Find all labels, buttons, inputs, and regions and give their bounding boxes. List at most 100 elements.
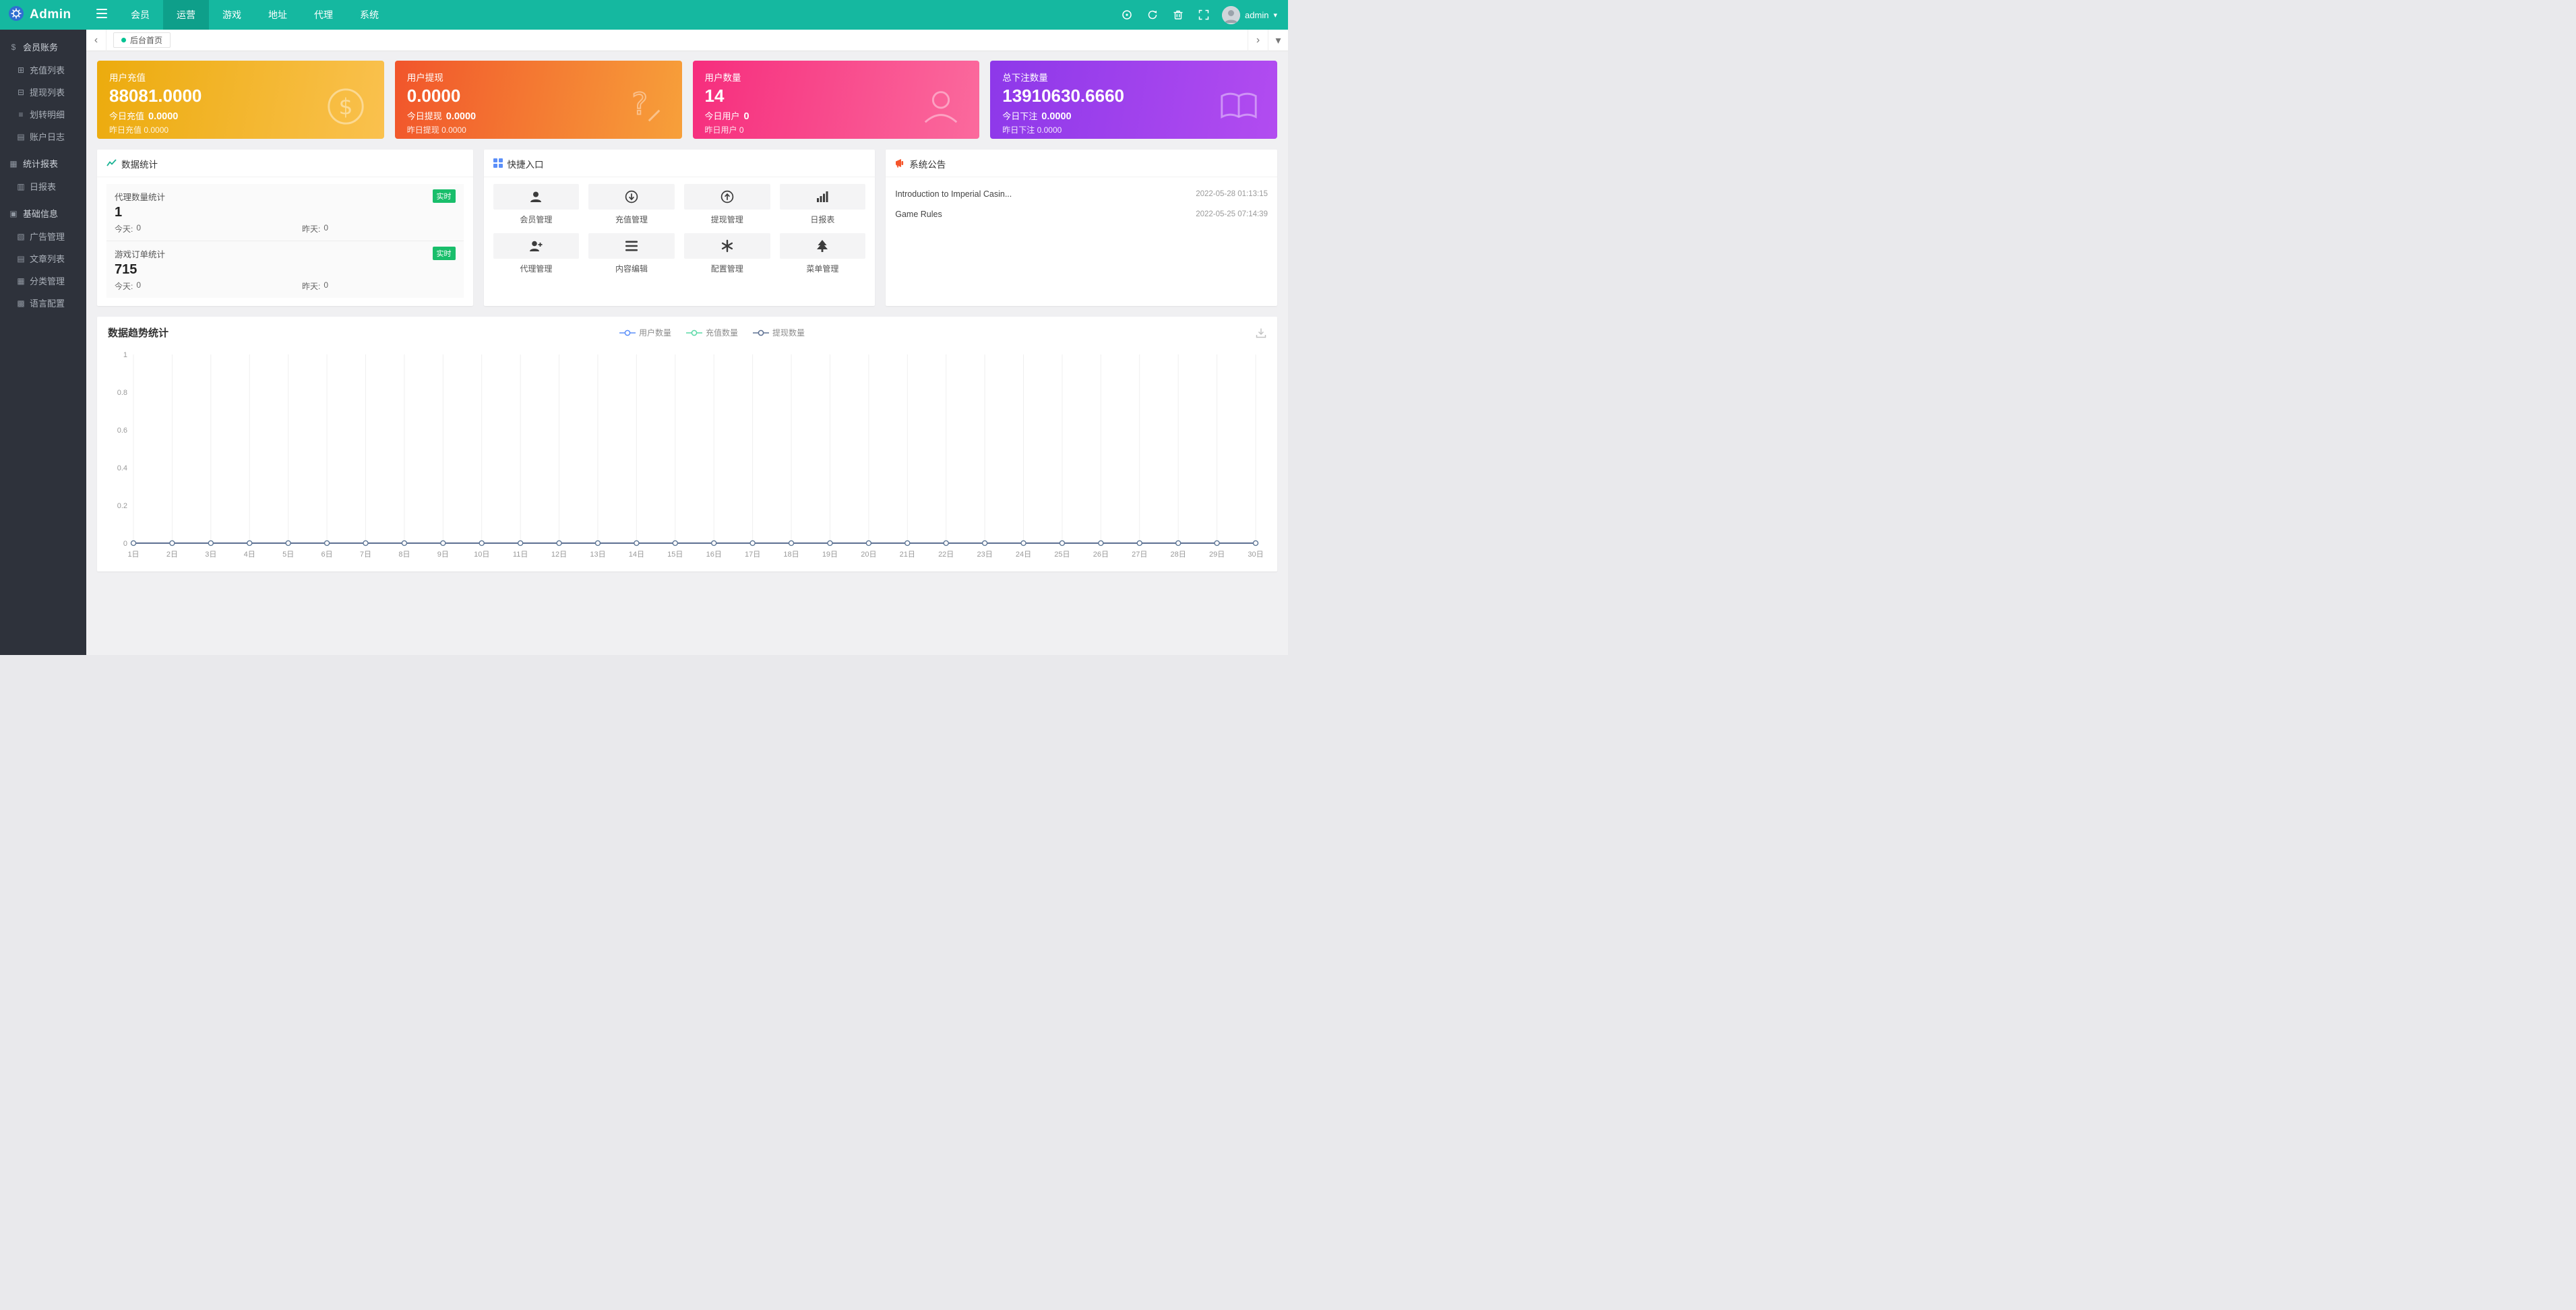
svg-text:5日: 5日: [282, 551, 294, 559]
panel-title: 数据统计: [121, 157, 158, 170]
plus-square-icon: ⊞: [16, 65, 26, 75]
sidebar-group-finance: $ 会员账务 ⊞充值列表 ⊟提现列表 ≡划转明细 ▤ 账户日志: [0, 34, 86, 148]
svg-text:13日: 13日: [590, 551, 605, 559]
arrow-up-circle-icon: [684, 184, 770, 210]
megaphone-icon: [895, 158, 904, 170]
quick-label: 内容编辑: [615, 263, 648, 274]
person-icon: [920, 86, 962, 131]
notice-item[interactable]: Introduction to Imperial Casin... 2022-0…: [895, 184, 1268, 204]
quick-label: 会员管理: [520, 214, 552, 225]
log-icon: ▤: [16, 132, 26, 142]
system-notice-panel: 系统公告 Introduction to Imperial Casin... 2…: [886, 150, 1277, 306]
card-today-label: 今日提现: [407, 109, 442, 122]
sidebar-item-withdraw-list[interactable]: ⊟提现列表: [0, 81, 86, 103]
fullscreen-icon[interactable]: [1191, 0, 1217, 30]
ads-icon: ▧: [16, 232, 26, 241]
system-notice-body: Introduction to Imperial Casin... 2022-0…: [886, 177, 1277, 232]
card-user-recharge: 用户充值 88081.0000 今日充值0.0000 昨日充值 0.0000 $: [97, 61, 384, 139]
sidebar-item-language[interactable]: ▩语言配置: [0, 292, 86, 314]
yesterday-value: 0: [324, 223, 328, 235]
sidebar-item-categories[interactable]: ▦分类管理: [0, 270, 86, 292]
quick-label: 日报表: [810, 214, 834, 225]
sidebar-item-transfer-detail[interactable]: ≡划转明细: [0, 103, 86, 125]
sidebar-item-articles[interactable]: ▤文章列表: [0, 247, 86, 270]
chart-legend: 用户数量 充值数量 提现数量: [168, 327, 1256, 338]
legend-recharge-count[interactable]: 充值数量: [686, 327, 738, 338]
user-menu[interactable]: admin ▾: [1217, 6, 1288, 24]
yesterday-label: 昨天:: [302, 223, 320, 235]
brand[interactable]: Admin: [0, 5, 86, 25]
sidebar-item-account-log[interactable]: ▤ 账户日志: [0, 125, 86, 148]
trash-icon[interactable]: [1165, 0, 1191, 30]
stat-cards-row: 用户充值 88081.0000 今日充值0.0000 昨日充值 0.0000 $…: [97, 61, 1277, 139]
panels-row: 数据统计 代理数量统计 实时 1 今天:0: [97, 150, 1277, 306]
tabs-scroll-left-icon[interactable]: ‹: [86, 30, 106, 51]
quick-menu-management[interactable]: 菜单管理: [780, 233, 866, 274]
tabs-scroll-right-icon[interactable]: ›: [1248, 30, 1268, 51]
card-today-value: 0.0000: [446, 111, 476, 122]
refresh-icon[interactable]: [1140, 0, 1165, 30]
svg-text:10日: 10日: [474, 551, 489, 559]
svg-text:0.6: 0.6: [117, 427, 127, 435]
quick-member-management[interactable]: 会员管理: [493, 184, 580, 225]
quick-recharge-management[interactable]: 充值管理: [588, 184, 675, 225]
card-yesterday-label: 昨日下注: [1002, 125, 1035, 135]
nav-item-operations[interactable]: 运营: [163, 0, 209, 30]
trend-chart-area[interactable]: 00.20.40.60.811日2日3日4日5日6日7日8日9日10日11日12…: [108, 345, 1266, 567]
stat-block-value: 715: [115, 262, 456, 278]
svg-text:30日: 30日: [1248, 551, 1263, 559]
sidebar-item-label: 分类管理: [30, 274, 65, 287]
svg-text:18日: 18日: [783, 551, 799, 559]
realtime-badge: 实时: [433, 247, 456, 260]
dot-circle-icon[interactable]: [1114, 0, 1140, 30]
yesterday-value: 0: [324, 280, 328, 292]
quick-withdraw-management[interactable]: 提现管理: [684, 184, 770, 225]
language-icon: ▩: [16, 299, 26, 308]
quick-config-management[interactable]: 配置管理: [684, 233, 770, 274]
chart-title: 数据趋势统计: [108, 325, 168, 340]
svg-text:6日: 6日: [321, 551, 333, 559]
sidebar-item-recharge-list[interactable]: ⊞充值列表: [0, 59, 86, 81]
sidebar-item-ads[interactable]: ▧广告管理: [0, 225, 86, 247]
list-lines-icon: [588, 233, 675, 259]
today-label: 今天:: [115, 223, 133, 235]
tabs-menu-icon[interactable]: ▾: [1268, 30, 1288, 51]
sidebar-group-title-finance[interactable]: $ 会员账务: [0, 34, 86, 59]
sidebar-item-daily-report[interactable]: ▥日报表: [0, 175, 86, 197]
sidebar-group-title-reports[interactable]: ▦ 统计报表: [0, 150, 86, 175]
nav-item-members[interactable]: 会员: [117, 0, 163, 30]
quick-content-edit[interactable]: 内容编辑: [588, 233, 675, 274]
svg-text:20日: 20日: [861, 551, 876, 559]
today-value: 0: [136, 280, 141, 292]
legend-withdraw-count[interactable]: 提现数量: [753, 327, 805, 338]
sidebar-toggle-button[interactable]: [86, 0, 117, 30]
user-plus-icon: [493, 233, 580, 259]
sidebar-group-label: 统计报表: [23, 157, 58, 170]
data-stats-body: 代理数量统计 实时 1 今天:0 昨天:0: [97, 177, 473, 306]
sidebar-item-label: 账户日志: [30, 130, 65, 143]
card-yesterday-label: 昨日充值: [109, 125, 142, 135]
stat-block-value: 1: [115, 205, 456, 220]
card-yesterday-value: 0.0000: [441, 125, 466, 135]
asterisk-icon: [684, 233, 770, 259]
question-pen-icon: ?: [623, 86, 665, 131]
download-icon[interactable]: [1256, 328, 1266, 338]
username-label: admin: [1245, 10, 1268, 20]
notice-item[interactable]: Game Rules 2022-05-25 07:14:39: [895, 204, 1268, 224]
sidebar-group-title-basic-info[interactable]: ▣ 基础信息: [0, 200, 86, 225]
svg-text:1日: 1日: [127, 551, 139, 559]
data-stats-header: 数据统计: [97, 150, 473, 177]
nav-item-system[interactable]: 系统: [346, 0, 392, 30]
nav-item-games[interactable]: 游戏: [209, 0, 255, 30]
game-order-block: 游戏订单统计 实时 715 今天:0 昨天:0: [106, 241, 464, 298]
nav-item-address[interactable]: 地址: [255, 0, 301, 30]
agent-count-block: 代理数量统计 实时 1 今天:0 昨天:0: [106, 184, 464, 241]
nav-item-agents[interactable]: 代理: [301, 0, 346, 30]
sidebar-group-basic-info: ▣ 基础信息 ▧广告管理 ▤文章列表 ▦分类管理 ▩语言配置: [0, 200, 86, 314]
quick-daily-report[interactable]: 日报表: [780, 184, 866, 225]
legend-user-count[interactable]: 用户数量: [619, 327, 671, 338]
tab-home[interactable]: 后台首页: [113, 32, 171, 48]
grid-icon: [493, 158, 503, 170]
quick-agent-management[interactable]: 代理管理: [493, 233, 580, 274]
sidebar: $ 会员账务 ⊞充值列表 ⊟提现列表 ≡划转明细 ▤ 账户日志 ▦ 统计报表 ▥日…: [0, 30, 86, 655]
